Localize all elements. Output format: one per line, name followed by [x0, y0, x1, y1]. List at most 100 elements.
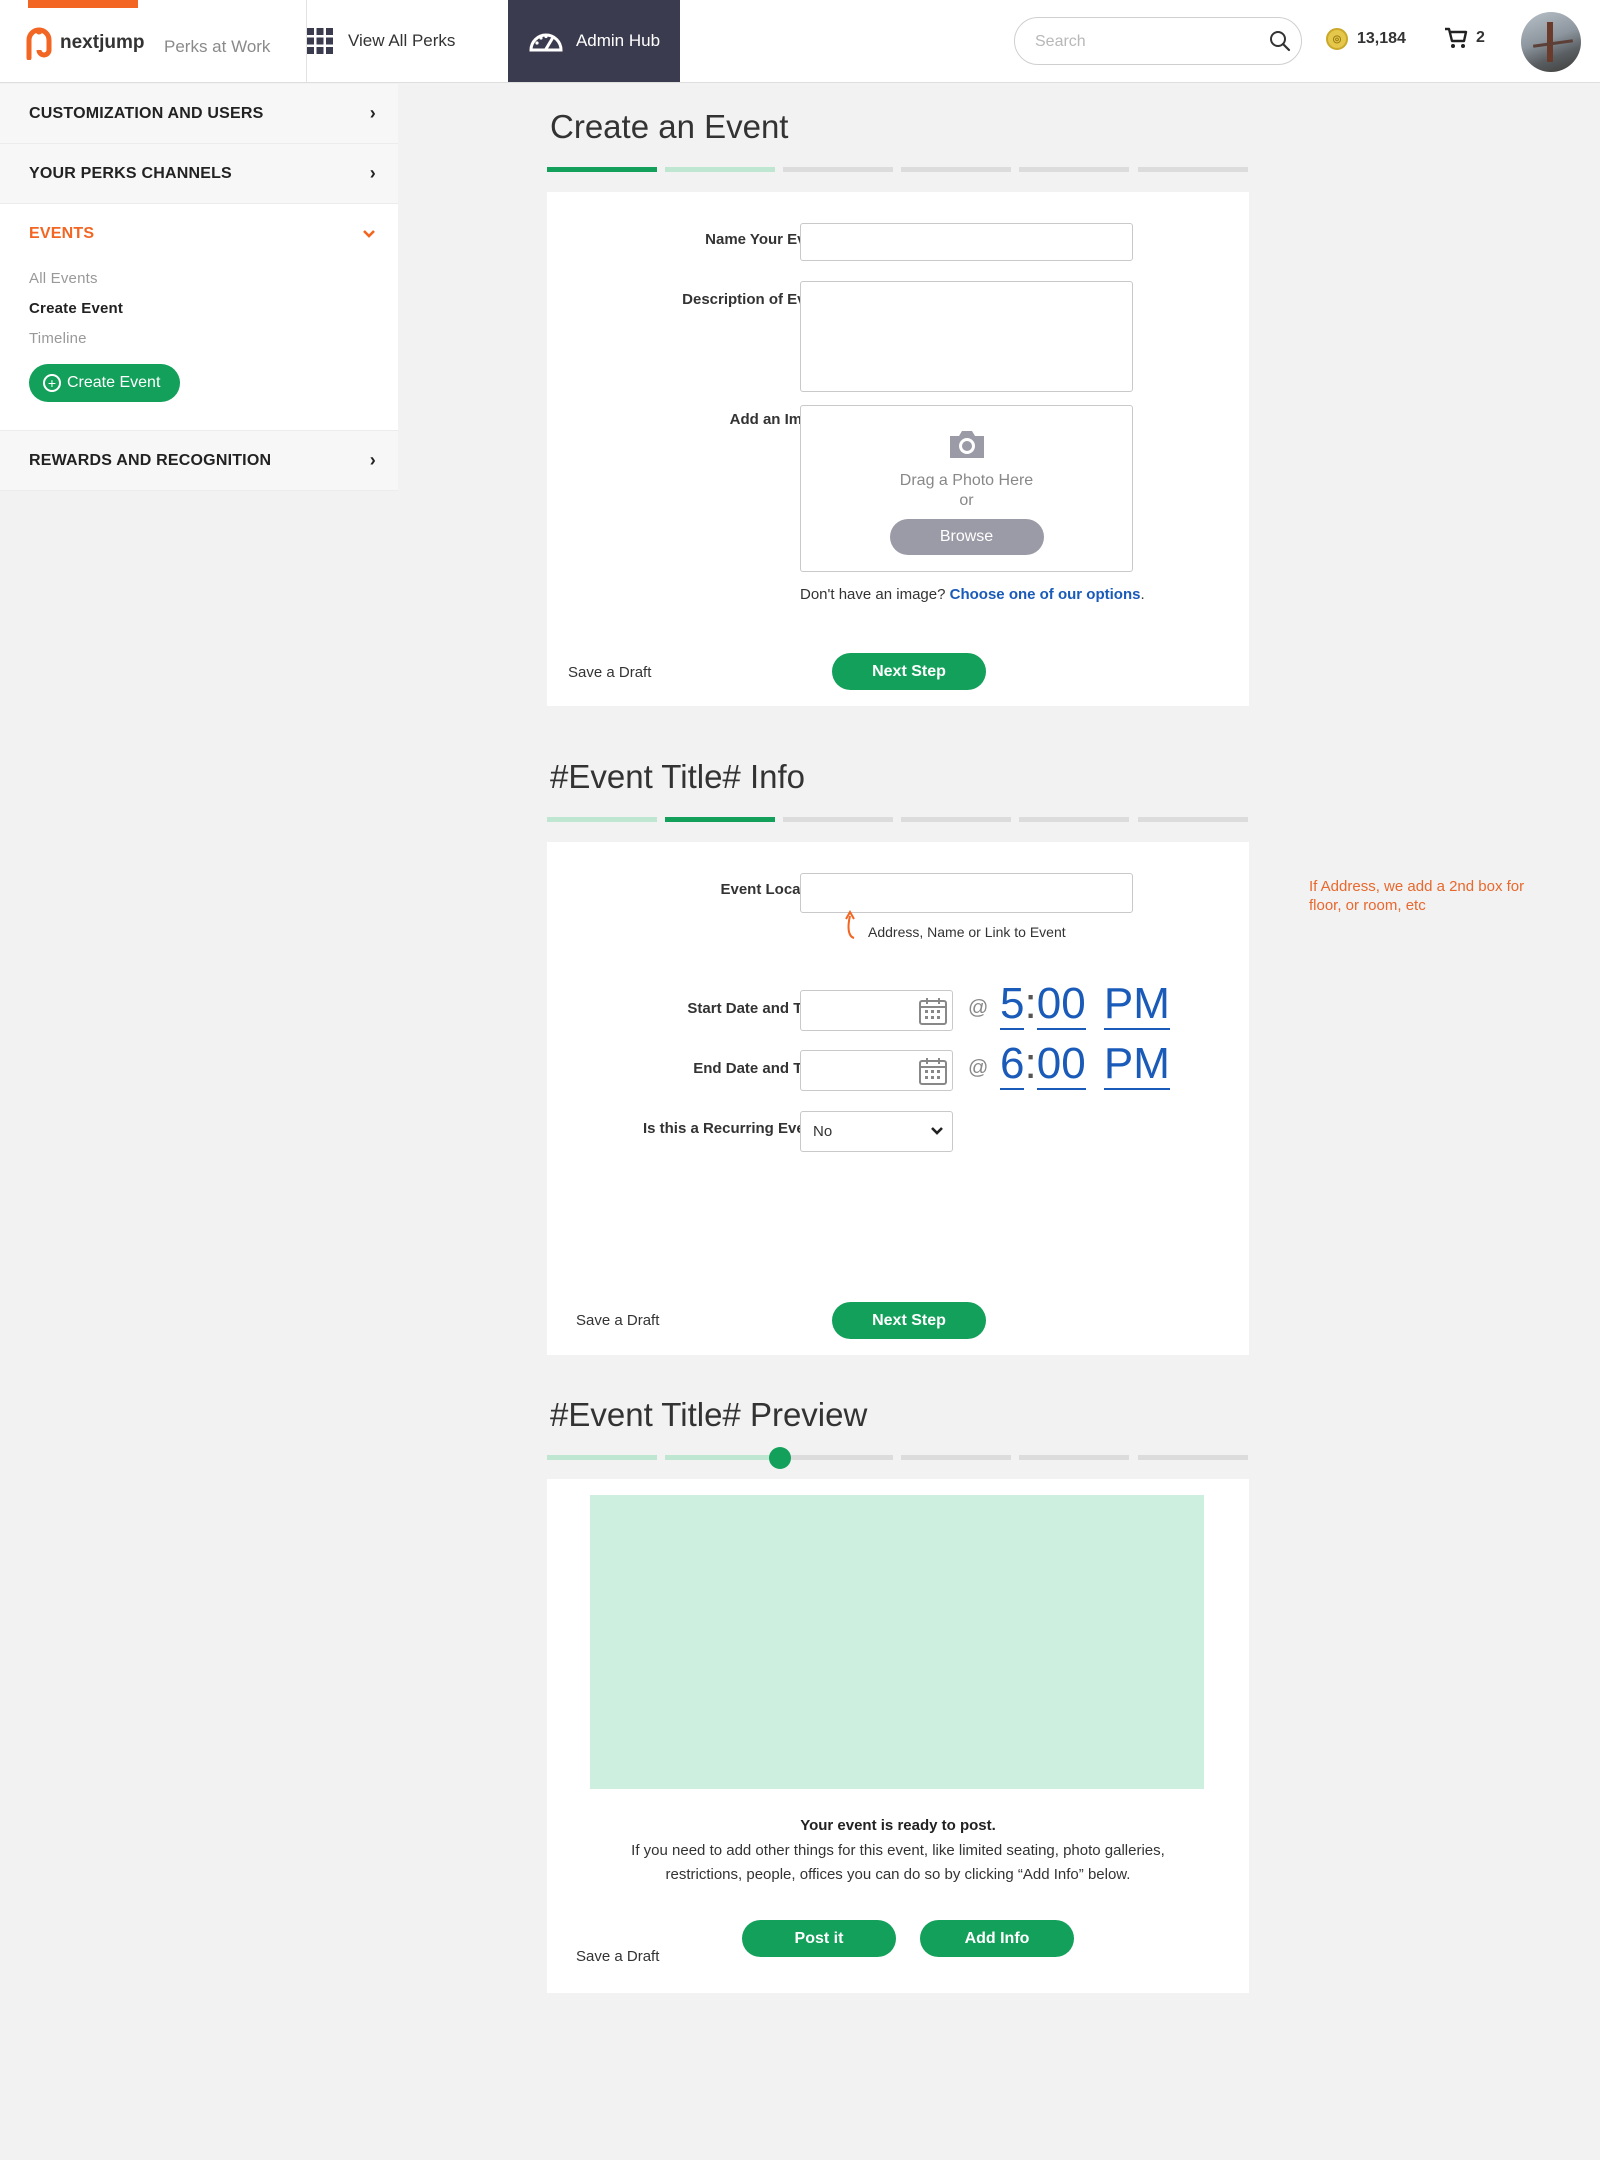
sidebar-subitem-all-events[interactable]: All Events — [29, 264, 376, 294]
search-input[interactable] — [1035, 30, 1255, 54]
cart-button[interactable]: 2 — [1444, 27, 1485, 49]
points-value: 13,184 — [1357, 30, 1406, 47]
sidebar: CUSTOMIZATION AND USERS › YOUR PERKS CHA… — [0, 84, 398, 491]
progress-step — [901, 817, 1011, 822]
view-all-perks-label: View All Perks — [348, 31, 456, 50]
sidebar-subitem-create-event[interactable]: Create Event — [29, 294, 376, 324]
admin-hub-label: Admin Hub — [575, 31, 661, 50]
progress-step — [783, 817, 893, 822]
sidebar-item-label: YOUR PERKS CHANNELS — [29, 164, 232, 182]
sidebar-item-customization[interactable]: CUSTOMIZATION AND USERS › — [0, 84, 398, 144]
step2-card: Event Location Address, Name or Link to … — [547, 842, 1249, 1355]
nextjump-logo-icon — [26, 27, 52, 60]
tagline: Perks at Work — [164, 37, 271, 56]
progress-step — [665, 817, 775, 822]
grid-icon — [307, 28, 333, 54]
end-date-label: End Date and Time — [693, 1060, 828, 1077]
event-name-input[interactable] — [800, 223, 1133, 261]
progress-step — [547, 167, 657, 172]
location-hint: Address, Name or Link to Event — [868, 924, 1066, 940]
admin-hub-button[interactable]: Admin Hub — [508, 0, 680, 82]
sidebar-subitem-timeline[interactable]: Timeline — [29, 324, 376, 354]
avatar[interactable] — [1521, 12, 1581, 72]
choose-options-link[interactable]: Choose one of our options — [950, 586, 1141, 603]
no-image-text: Don't have an image? — [800, 586, 946, 603]
logo[interactable]: nextjump — [26, 26, 144, 60]
progress-current-dot — [769, 1447, 791, 1469]
image-dropzone[interactable]: Drag a Photo Here or Browse — [800, 405, 1133, 572]
points-balance[interactable]: ◎ 13,184 — [1326, 28, 1406, 50]
chevron-right-icon: › — [369, 450, 376, 470]
progress-step — [547, 817, 657, 822]
start-minute-field[interactable]: 00 — [1036, 980, 1086, 1030]
progress-step — [1138, 1455, 1248, 1460]
cart-icon — [1445, 27, 1468, 48]
progress-step — [547, 1455, 657, 1460]
add-image-label: Add an Image — [729, 411, 828, 428]
start-date-input[interactable] — [800, 990, 953, 1031]
hint-period: . — [1140, 586, 1145, 603]
start-hour-field[interactable]: 5 — [1000, 980, 1025, 1030]
progress-step — [791, 1455, 893, 1460]
or-text: or — [959, 492, 974, 509]
avatar-photo-detail — [1532, 39, 1574, 48]
design-annotation: If Address, we add a 2nd box for floor, … — [1309, 878, 1525, 914]
create-event-button[interactable]: + Create Event — [29, 364, 181, 402]
event-description-input[interactable] — [800, 281, 1133, 392]
next-step-button[interactable]: Next Step — [832, 1302, 986, 1339]
sidebar-item-label: EVENTS — [29, 225, 95, 242]
add-info-button[interactable]: Add Info — [920, 1920, 1074, 1957]
at-symbol: @ — [968, 1057, 989, 1079]
end-date-input[interactable] — [800, 1050, 953, 1091]
post-it-button[interactable]: Post it — [742, 1920, 896, 1957]
recurring-value: No — [813, 1123, 833, 1140]
recurring-label: Is this a Recurring Event? — [642, 1120, 828, 1137]
brand-name: nextjump — [60, 32, 145, 53]
end-time: 6:00 PM — [1000, 1040, 1170, 1090]
save-draft-link[interactable]: Save a Draft — [576, 1312, 659, 1329]
progress-step — [1019, 167, 1129, 172]
plus-circle-icon: + — [43, 374, 61, 392]
end-hour-field[interactable]: 6 — [1000, 1040, 1025, 1090]
progress-step — [665, 1455, 775, 1460]
sidebar-item-perks-channels[interactable]: YOUR PERKS CHANNELS › — [0, 144, 398, 204]
at-symbol: @ — [968, 997, 989, 1019]
calendar-icon[interactable] — [918, 1056, 948, 1086]
search-icon[interactable] — [1269, 30, 1291, 52]
start-date-label: Start Date and Time — [687, 1000, 828, 1017]
save-draft-link[interactable]: Save a Draft — [576, 1948, 659, 1965]
event-location-label: Event Location — [720, 881, 828, 898]
top-bar: nextjump Perks at Work View All Perks Ad… — [0, 0, 1600, 83]
save-draft-link[interactable]: Save a Draft — [568, 664, 651, 681]
event-description-label: Description of Event — [682, 291, 828, 308]
end-minute-field[interactable]: 00 — [1036, 1040, 1086, 1090]
progress-step — [901, 1455, 1011, 1460]
step1-title: Create an Event — [550, 108, 789, 145]
event-preview-image — [590, 1495, 1204, 1789]
coin-icon: ◎ — [1326, 28, 1348, 50]
sidebar-item-label: CUSTOMIZATION AND USERS — [29, 104, 264, 122]
browse-button[interactable]: Browse — [889, 519, 1044, 555]
recurring-select[interactable]: No — [800, 1111, 953, 1152]
create-event-label: Create Event — [67, 374, 161, 391]
progress-step — [665, 167, 775, 172]
sidebar-item-events[interactable]: EVENTS — [29, 204, 376, 264]
calendar-icon[interactable] — [918, 996, 948, 1026]
no-image-hint: Don't have an image? Choose one of our o… — [800, 586, 1145, 603]
start-ampm-field[interactable]: PM — [1103, 980, 1170, 1030]
step2-title: #Event Title# Info — [550, 758, 805, 795]
progress-step — [1138, 817, 1248, 822]
step3-title: #Event Title# Preview — [550, 1396, 868, 1433]
view-all-perks-button[interactable]: View All Perks — [307, 0, 455, 82]
drag-photo-text: Drag a Photo Here — [899, 472, 1034, 489]
next-step-button[interactable]: Next Step — [832, 653, 986, 690]
end-ampm-field[interactable]: PM — [1103, 1040, 1170, 1090]
start-time: 5:00 PM — [1000, 980, 1170, 1030]
event-location-input[interactable] — [800, 873, 1133, 913]
camera-icon — [949, 431, 984, 458]
sidebar-item-rewards[interactable]: REWARDS AND RECOGNITION › — [0, 431, 398, 491]
chevron-down-icon — [363, 230, 375, 238]
ready-title: Your event is ready to post. — [800, 1817, 996, 1834]
dashboard-icon — [529, 33, 563, 52]
time-colon: : — [1024, 1039, 1037, 1088]
